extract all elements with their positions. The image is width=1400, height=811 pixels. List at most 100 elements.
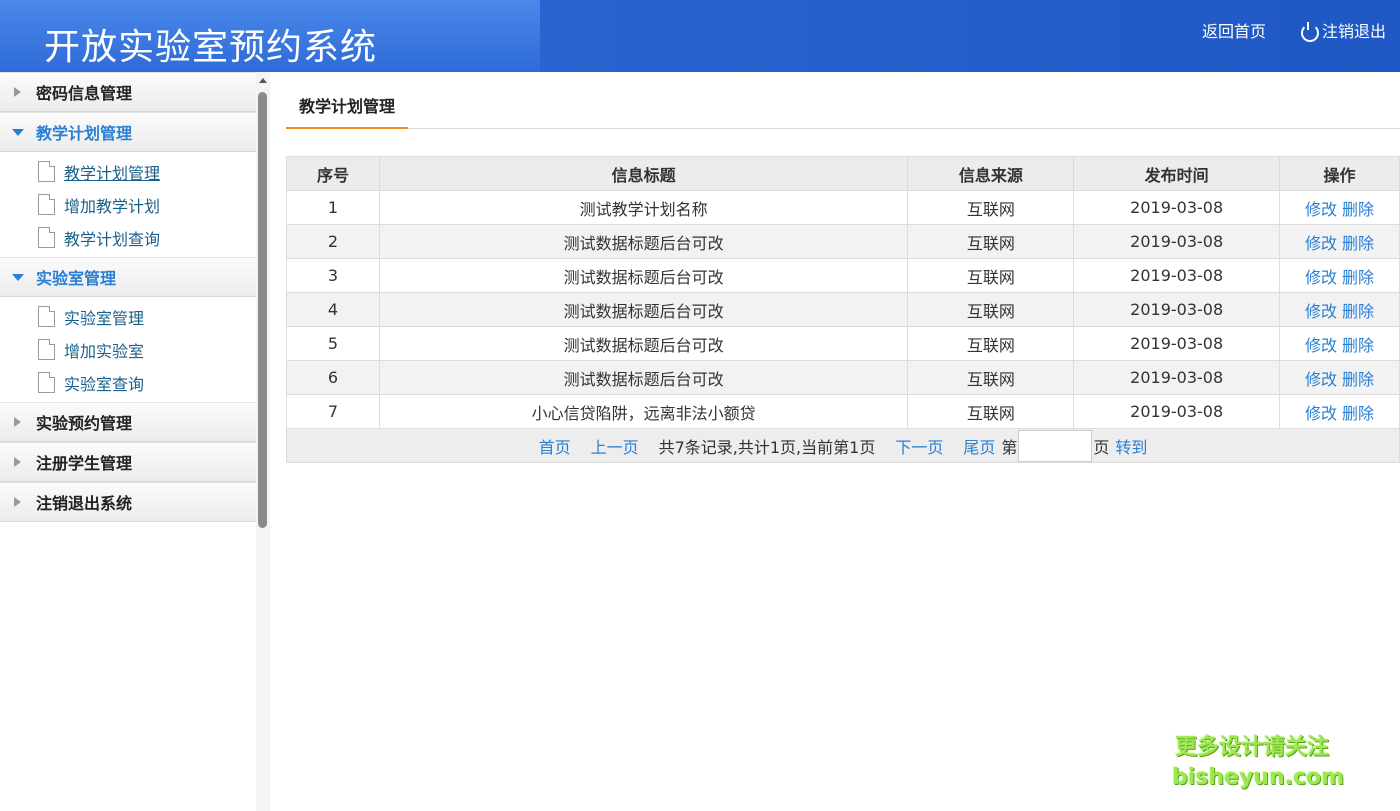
go-to-page-link[interactable]: 转到: [1115, 434, 1147, 458]
sidebar-item-label: 实验室查询: [64, 374, 145, 394]
column-header-actions: 操作: [1279, 156, 1400, 191]
first-page-link[interactable]: 首页: [539, 434, 571, 458]
cell-title: 测试数据标题后台可改: [378, 292, 909, 327]
sidebar-group-label: 实验室管理: [36, 269, 117, 288]
sidebar-item-label: 教学计划管理: [64, 163, 161, 183]
page-number-input[interactable]: [1018, 429, 1093, 462]
sidebar-item-lab-query[interactable]: 实验室查询: [0, 366, 256, 399]
pager-row: 首页 上一页 共7条记录,共计1页,当前第1页 下一页 尾页 第 页 转到: [286, 428, 1400, 463]
sidebar-group-logout[interactable]: 注销退出系统: [0, 482, 256, 522]
tab-bar: 教学计划管理: [286, 72, 1400, 129]
app-header: 开放实验室预约系统 返回首页 注销退出: [0, 0, 1400, 72]
sidebar-group-teaching-plan[interactable]: 教学计划管理: [0, 112, 256, 152]
cell-title: 小心信贷陷阱，远离非法小额贷: [378, 394, 909, 429]
delete-link[interactable]: 删除: [1342, 200, 1374, 219]
table-row: 4 测试数据标题后台可改 互联网 2019-03-08 修改 删除: [286, 292, 1400, 327]
teaching-plan-table: 序号 信息标题 信息来源 发布时间 操作 1 测试教学计划名称 互联网 2019…: [286, 156, 1400, 463]
logout-link-label: 注销退出: [1321, 22, 1386, 41]
next-page-link[interactable]: 下一页: [895, 434, 943, 458]
cell-no: 1: [286, 190, 380, 225]
sidebar-sublist-teaching-plan: 教学计划管理 增加教学计划 教学计划查询: [0, 152, 256, 257]
power-icon: [1300, 22, 1319, 42]
pager-summary: 共7条记录,共计1页,当前第1页: [658, 437, 876, 457]
main-content: 教学计划管理 序号 信息标题 信息来源 发布时间 操作 1 测试教学计划名称 互…: [286, 72, 1400, 463]
table-row: 3 测试数据标题后台可改 互联网 2019-03-08 修改 删除: [286, 258, 1400, 293]
cell-title: 测试数据标题后台可改: [378, 258, 909, 293]
header-nav: 返回首页 注销退出: [1202, 18, 1386, 42]
triangle-right-icon: [14, 87, 21, 97]
delete-link[interactable]: 删除: [1342, 404, 1374, 423]
scrollbar-thumb[interactable]: [258, 92, 267, 528]
cell-date: 2019-03-08: [1073, 326, 1281, 361]
document-icon: [38, 306, 55, 327]
document-icon: [38, 372, 55, 393]
sidebar-group-label: 注销退出系统: [36, 494, 133, 513]
page-prefix: 第: [1001, 437, 1018, 457]
cell-date: 2019-03-08: [1073, 190, 1281, 225]
edit-link[interactable]: 修改: [1305, 268, 1337, 287]
home-link[interactable]: 返回首页: [1202, 18, 1266, 42]
sidebar-item-teaching-plan-add[interactable]: 增加教学计划: [0, 188, 256, 221]
sidebar-item-lab-add[interactable]: 增加实验室: [0, 333, 256, 366]
cell-source: 互联网: [907, 360, 1075, 395]
sidebar-group-students[interactable]: 注册学生管理: [0, 442, 256, 482]
cell-actions: 修改 删除: [1279, 190, 1400, 225]
triangle-down-icon: [12, 128, 24, 136]
document-icon: [38, 339, 55, 360]
cell-no: 5: [286, 326, 380, 361]
cell-date: 2019-03-08: [1073, 292, 1281, 327]
column-header-date: 发布时间: [1073, 156, 1281, 191]
tab-teaching-plan[interactable]: 教学计划管理: [286, 87, 409, 129]
cell-actions: 修改 删除: [1279, 394, 1400, 429]
document-icon: [38, 227, 55, 248]
pagination: 首页 上一页 共7条记录,共计1页,当前第1页 下一页 尾页 第 页 转到: [539, 429, 1147, 462]
cell-no: 4: [286, 292, 380, 327]
cell-title: 测试数据标题后台可改: [378, 224, 909, 259]
cell-actions: 修改 删除: [1279, 360, 1400, 395]
logout-link[interactable]: 注销退出: [1300, 18, 1386, 42]
cell-title: 测试数据标题后台可改: [378, 360, 909, 395]
scroll-up-arrow-icon[interactable]: [259, 78, 267, 83]
cell-no: 2: [286, 224, 380, 259]
delete-link[interactable]: 删除: [1342, 302, 1374, 321]
cell-source: 互联网: [907, 258, 1075, 293]
sidebar-group-booking[interactable]: 实验预约管理: [0, 402, 256, 442]
sidebar-scrollbar[interactable]: [256, 72, 270, 811]
edit-link[interactable]: 修改: [1305, 200, 1337, 219]
cell-title: 测试数据标题后台可改: [378, 326, 909, 361]
prev-page-link[interactable]: 上一页: [591, 434, 639, 458]
sidebar-sublist-lab: 实验室管理 增加实验室 实验室查询: [0, 297, 256, 402]
sidebar-item-label: 增加教学计划: [64, 196, 161, 216]
sidebar-item-lab-manage[interactable]: 实验室管理: [0, 300, 256, 333]
last-page-link[interactable]: 尾页: [963, 434, 995, 458]
table-row: 2 测试数据标题后台可改 互联网 2019-03-08 修改 删除: [286, 224, 1400, 259]
sidebar-group-password[interactable]: 密码信息管理: [0, 72, 256, 112]
cell-source: 互联网: [907, 292, 1075, 327]
document-icon: [38, 161, 55, 182]
column-header-no: 序号: [286, 156, 380, 191]
cell-source: 互联网: [907, 190, 1075, 225]
delete-link[interactable]: 删除: [1342, 234, 1374, 253]
sidebar-group-label: 密码信息管理: [36, 84, 133, 103]
cell-date: 2019-03-08: [1073, 258, 1281, 293]
edit-link[interactable]: 修改: [1305, 234, 1337, 253]
edit-link[interactable]: 修改: [1305, 302, 1337, 321]
cell-source: 互联网: [907, 394, 1075, 429]
cell-actions: 修改 删除: [1279, 292, 1400, 327]
table-header-row: 序号 信息标题 信息来源 发布时间 操作: [286, 156, 1400, 191]
sidebar-item-label: 增加实验室: [64, 341, 145, 361]
delete-link[interactable]: 删除: [1342, 268, 1374, 287]
cell-actions: 修改 删除: [1279, 224, 1400, 259]
cell-date: 2019-03-08: [1073, 394, 1281, 429]
edit-link[interactable]: 修改: [1305, 336, 1337, 355]
sidebar-item-teaching-plan-query[interactable]: 教学计划查询: [0, 221, 256, 254]
sidebar-item-teaching-plan-manage[interactable]: 教学计划管理: [0, 155, 256, 188]
delete-link[interactable]: 删除: [1342, 370, 1374, 389]
delete-link[interactable]: 删除: [1342, 336, 1374, 355]
edit-link[interactable]: 修改: [1305, 404, 1337, 423]
cell-actions: 修改 删除: [1279, 326, 1400, 361]
column-header-source: 信息来源: [907, 156, 1075, 191]
edit-link[interactable]: 修改: [1305, 370, 1337, 389]
sidebar-group-lab[interactable]: 实验室管理: [0, 257, 256, 297]
page-suffix: 页: [1093, 437, 1110, 457]
